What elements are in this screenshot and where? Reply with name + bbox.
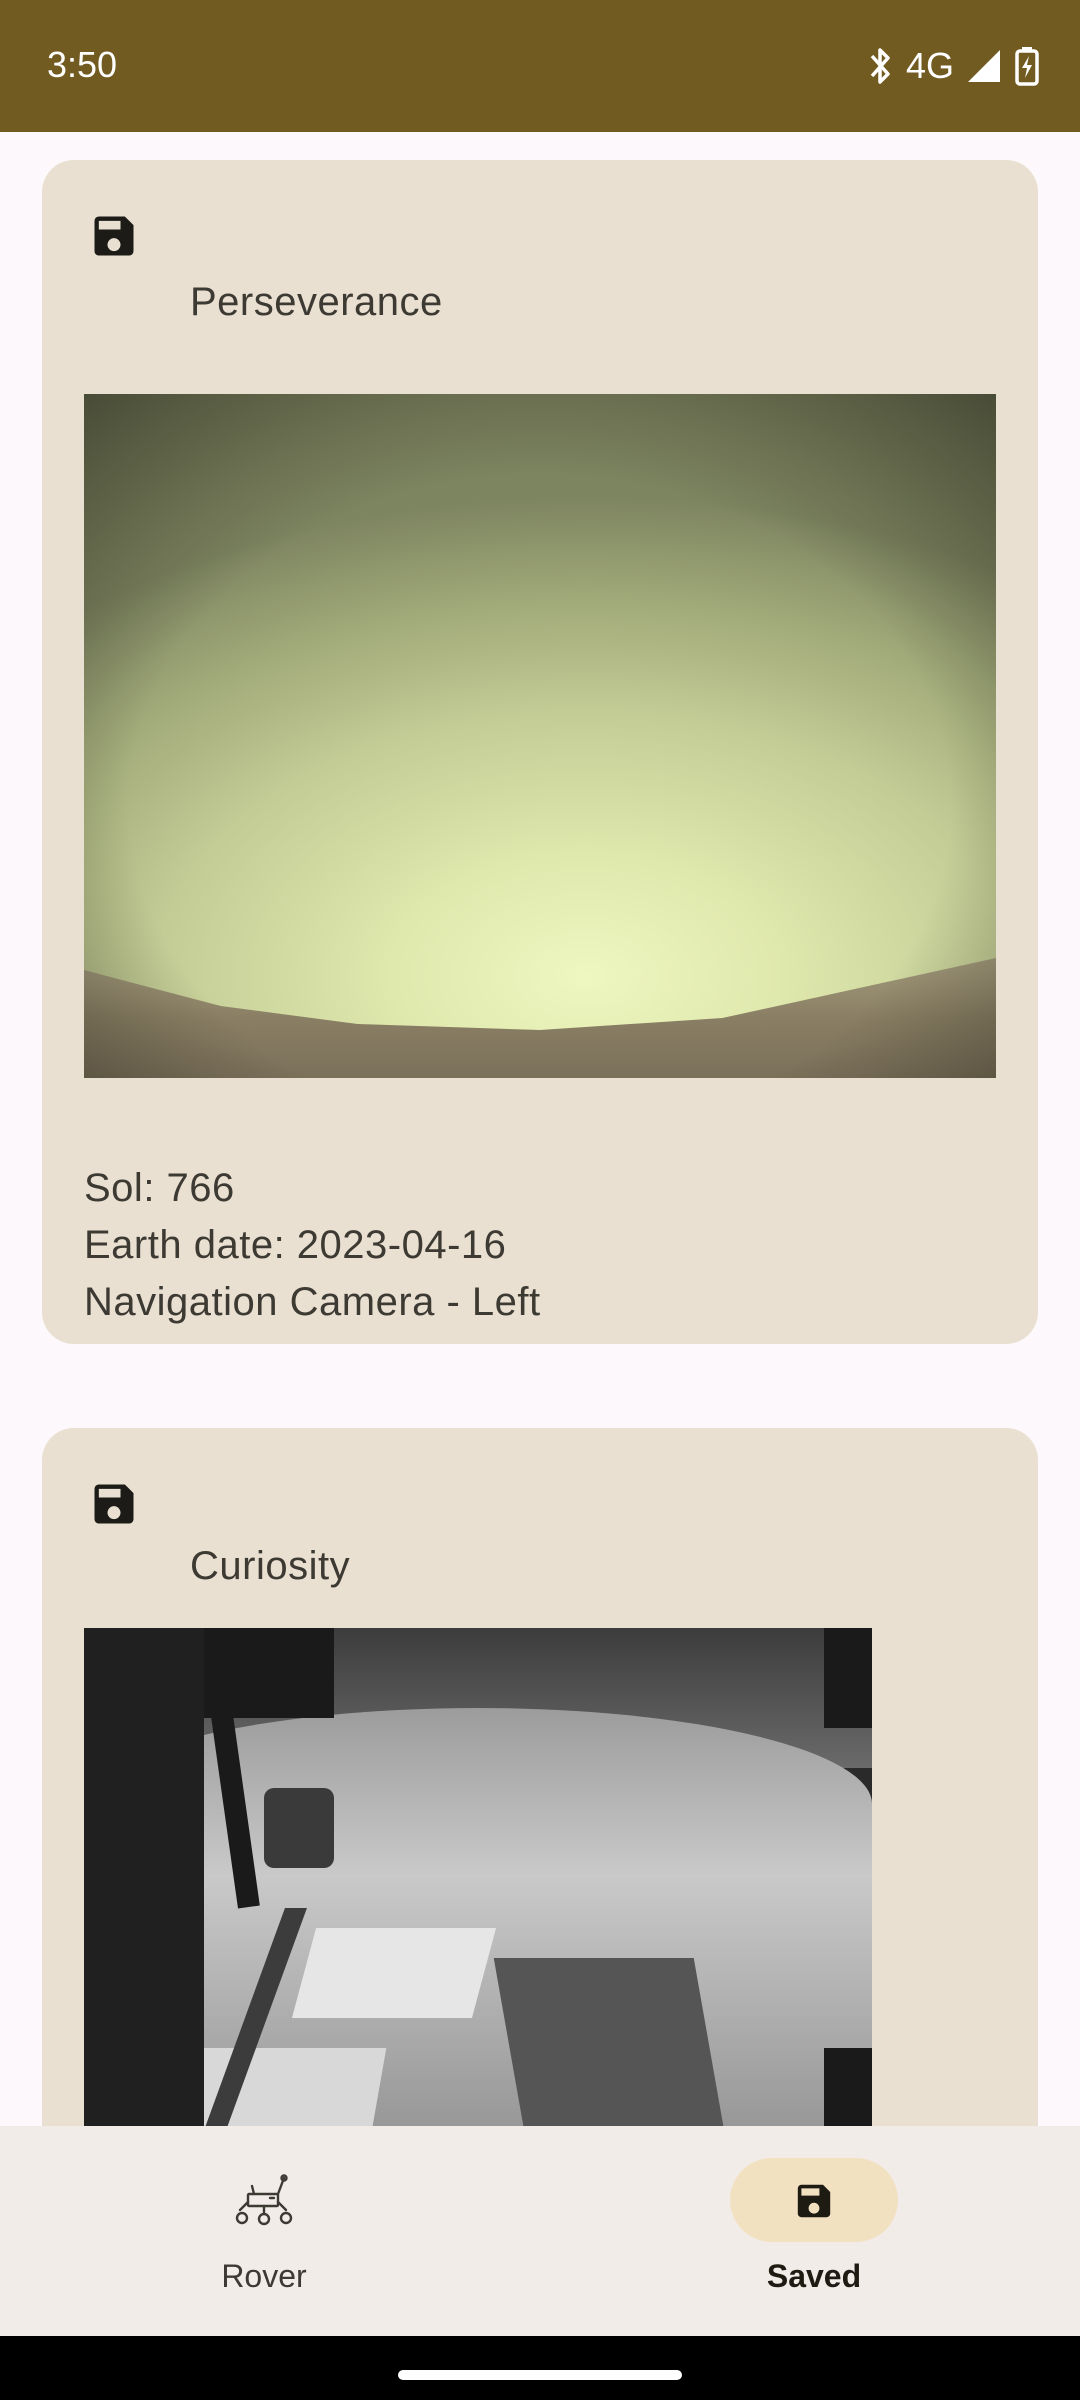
- rover-icon: [235, 2174, 293, 2226]
- rover-photo[interactable]: [84, 394, 996, 1078]
- rover-photo[interactable]: [84, 1628, 872, 2126]
- nav-item-saved[interactable]: Saved: [684, 2126, 944, 2336]
- signal-icon: [968, 50, 1000, 82]
- earth-date-text: Earth date: 2023-04-16: [84, 1223, 507, 1267]
- nav-label-rover: Rover: [221, 2258, 307, 2294]
- sol-text: Sol: 766: [84, 1166, 235, 1210]
- bottom-navigation: Rover Saved: [0, 2126, 1080, 2336]
- photo-details: Sol: 766 Earth date: 2023-04-16 Navigati…: [84, 1160, 541, 1331]
- camera-text: Navigation Camera - Left: [84, 1280, 541, 1324]
- status-icons: 4G: [866, 44, 1040, 88]
- system-navigation-bar: [0, 2336, 1080, 2400]
- photo-card[interactable]: Perseverance Sol: 766 Earth date: 2023-0…: [42, 160, 1038, 1344]
- rover-name: Perseverance: [190, 280, 443, 324]
- nav-label-saved: Saved: [766, 2258, 862, 2294]
- gesture-handle[interactable]: [398, 2370, 682, 2380]
- bluetooth-icon: [870, 48, 890, 84]
- rover-name: Curiosity: [190, 1544, 351, 1588]
- status-bar: 3:50 4G: [0, 0, 1080, 132]
- nav-item-rover[interactable]: Rover: [134, 2126, 394, 2336]
- save-icon[interactable]: [88, 1478, 140, 1530]
- status-time: 3:50: [47, 44, 118, 85]
- photo-card[interactable]: Curiosity: [42, 1428, 1038, 2126]
- save-icon[interactable]: [88, 210, 140, 262]
- save-icon: [797, 2184, 831, 2218]
- battery-charging-icon: [1015, 47, 1039, 86]
- saved-photos-list[interactable]: Perseverance Sol: 766 Earth date: 2023-0…: [0, 132, 1080, 2126]
- network-type: 4G: [905, 45, 954, 86]
